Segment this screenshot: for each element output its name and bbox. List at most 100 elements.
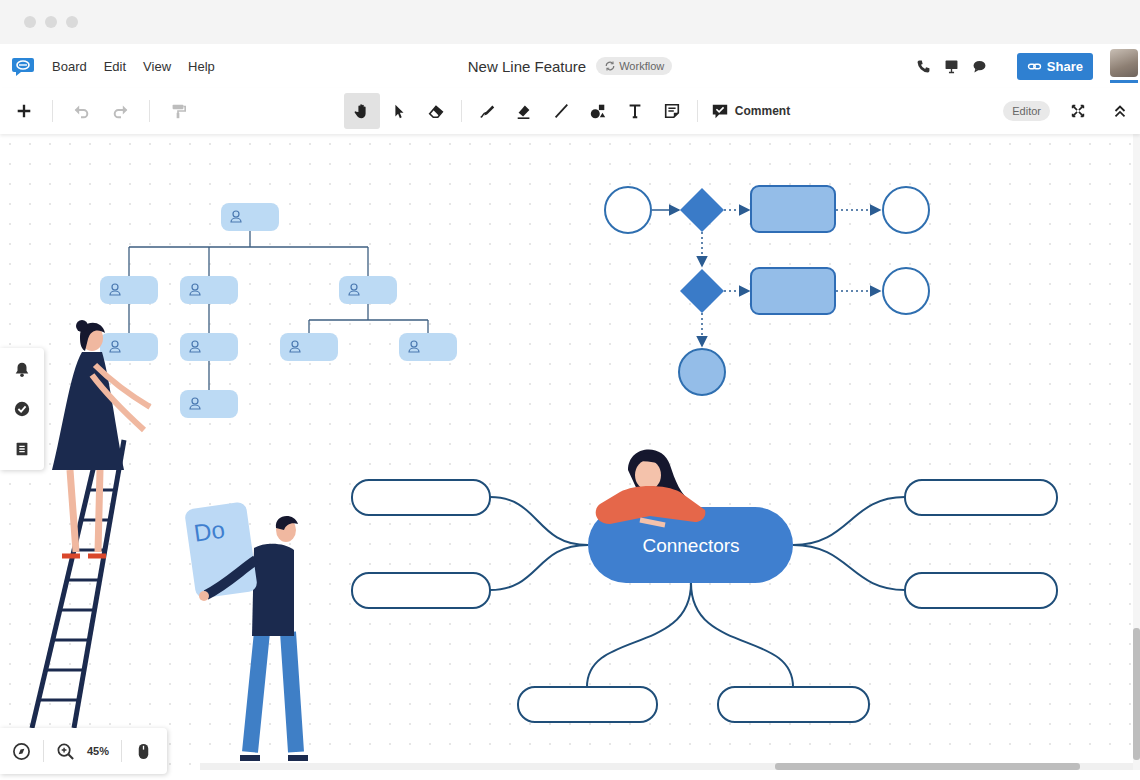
vertical-scroll-thumb[interactable] (1133, 628, 1140, 760)
chat-icon[interactable] (971, 58, 988, 75)
person-icon (112, 284, 118, 290)
pen-tool[interactable] (469, 93, 505, 129)
person-icon (233, 211, 239, 217)
menu-item[interactable]: Help (188, 59, 215, 74)
vertical-scrollbar[interactable] (1133, 134, 1140, 770)
user-avatar[interactable] (1110, 49, 1138, 83)
org-node[interactable] (180, 276, 238, 304)
add-button[interactable] (6, 93, 42, 129)
list-icon[interactable] (13, 440, 31, 458)
compass-icon[interactable] (12, 742, 31, 761)
redo-button[interactable] (103, 93, 139, 129)
check-circle-icon[interactable] (13, 400, 31, 418)
whiteboard-app: Board Edit View Help New Line Feature Workf… (0, 0, 1140, 780)
flow-start[interactable] (605, 187, 651, 233)
eraser-tool[interactable] (418, 93, 454, 129)
comment-button[interactable]: Comment (705, 98, 796, 124)
org-node[interactable] (180, 390, 238, 418)
flow-process[interactable] (751, 186, 835, 232)
eraser-icon (427, 102, 445, 120)
mindmap-branch[interactable] (905, 480, 1057, 515)
zoom-level[interactable]: 45% (87, 745, 109, 757)
chevrons-up-icon (1111, 102, 1129, 120)
woman-on-pill-illustration[interactable] (596, 449, 706, 525)
menu-item[interactable]: Board (52, 59, 87, 74)
ladder-illustration[interactable] (32, 440, 124, 728)
flow-arrow (724, 290, 749, 292)
mindmap-connector (793, 545, 905, 590)
flow-arrow (701, 313, 703, 346)
person-icon (192, 284, 198, 290)
mindmap-connector (691, 583, 793, 687)
man-with-card-illustration[interactable]: Do (184, 501, 308, 758)
mindmap-branch[interactable] (352, 480, 490, 515)
horizontal-scrollbar[interactable] (200, 763, 1133, 770)
toolbar-separator (697, 100, 698, 122)
fullscreen-button[interactable] (1060, 93, 1096, 129)
present-icon[interactable] (943, 58, 960, 75)
horizontal-scroll-thumb[interactable] (775, 763, 1080, 770)
org-node[interactable] (280, 333, 338, 361)
org-chart[interactable] (100, 203, 457, 418)
window-minimize-button[interactable] (45, 16, 57, 28)
shapes-icon (589, 102, 607, 120)
mindmap-branch[interactable] (518, 687, 657, 722)
line-tool[interactable] (543, 93, 579, 129)
menu-item[interactable]: Edit (104, 59, 126, 74)
app-logo-icon[interactable] (11, 54, 35, 78)
mindmap-branch[interactable] (718, 687, 869, 722)
mind-map[interactable]: Connectors (352, 480, 1057, 722)
fill-tool[interactable] (506, 93, 542, 129)
comment-label: Comment (735, 104, 790, 118)
org-node[interactable] (100, 276, 158, 304)
org-node[interactable] (399, 333, 457, 361)
format-button[interactable] (160, 93, 196, 129)
document-title[interactable]: New Line Feature (468, 58, 586, 75)
window-chrome (0, 0, 1140, 44)
board-canvas[interactable]: Connectors Do 45% (0, 134, 1140, 780)
org-node[interactable] (180, 333, 238, 361)
add-icon (15, 102, 33, 120)
woman-on-ladder-illustration[interactable] (52, 320, 150, 556)
text-tool[interactable] (617, 93, 653, 129)
note-icon (663, 102, 681, 120)
mouse-icon[interactable] (134, 742, 153, 761)
bell-icon[interactable] (13, 360, 31, 378)
undo-button[interactable] (63, 93, 99, 129)
phone-icon[interactable] (915, 58, 932, 75)
flow-arrow (652, 209, 679, 211)
flow-decision[interactable] (680, 269, 724, 313)
flow-end[interactable] (883, 187, 929, 233)
mindmap-center-label: Connectors (642, 535, 739, 556)
workflow-badge[interactable]: Workflow (596, 57, 672, 75)
flow-process[interactable] (751, 268, 835, 314)
editor-mode-badge[interactable]: Editor (1003, 101, 1050, 121)
org-connector (309, 319, 428, 320)
pointer-tool[interactable] (381, 93, 417, 129)
toolbar-separator (52, 100, 53, 122)
person-icon (112, 341, 118, 347)
org-connector (427, 320, 428, 333)
flowchart[interactable] (605, 186, 929, 395)
mindmap-branch[interactable] (905, 573, 1057, 608)
org-node[interactable] (339, 276, 397, 304)
org-node[interactable] (221, 203, 279, 231)
collapse-toolbar-button[interactable] (1102, 93, 1138, 129)
flow-end[interactable] (883, 268, 929, 314)
menu-item[interactable]: View (143, 59, 171, 74)
hand-tool[interactable] (344, 93, 380, 129)
mindmap-branch[interactable] (352, 573, 490, 608)
shapes-tool[interactable] (580, 93, 616, 129)
flow-decision[interactable] (680, 188, 724, 232)
window-maximize-button[interactable] (66, 16, 78, 28)
org-node[interactable] (100, 333, 158, 361)
person-icon (192, 341, 198, 347)
share-button[interactable]: Share (1017, 53, 1093, 80)
undo-icon (72, 102, 90, 120)
flow-terminal[interactable] (679, 349, 725, 395)
zoom-icon[interactable] (56, 742, 75, 761)
flow-arrow (836, 209, 880, 211)
zoom-separator (121, 740, 122, 762)
note-tool[interactable] (654, 93, 690, 129)
window-close-button[interactable] (24, 16, 36, 28)
